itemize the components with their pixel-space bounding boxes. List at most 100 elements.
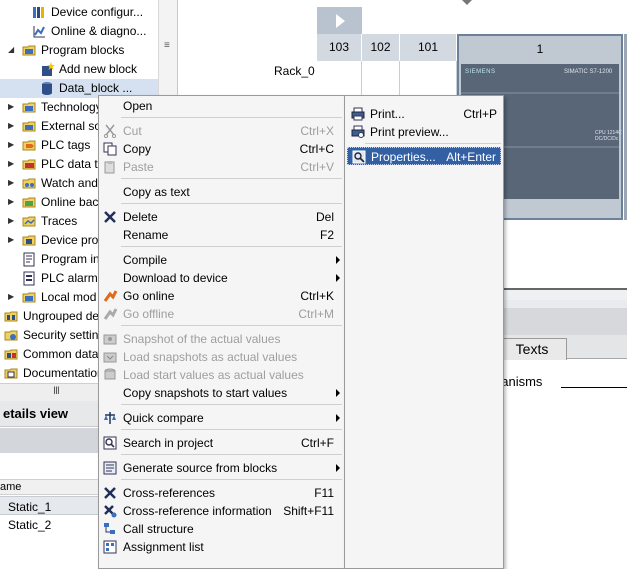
assignment-list-icon (103, 540, 118, 554)
snapshot-icon (103, 332, 118, 346)
menu-item-load-snapshots-as-actual-values[interactable]: Load snapshots as actual values (99, 348, 344, 366)
menu-item-download-to-device[interactable]: Download to device (99, 269, 344, 287)
search-icon (103, 436, 118, 450)
slot-header-101[interactable]: 101 (400, 34, 457, 61)
menu-item-label: Download to device (123, 271, 228, 285)
tab-texts[interactable]: Texts (497, 338, 567, 360)
menu-item-label: Quick compare (123, 411, 204, 425)
menu-separator (365, 143, 501, 144)
collapsed-arrow-icon[interactable]: ▶ (8, 197, 16, 207)
menu-item-label: Rename (123, 228, 169, 242)
menu-item-copy-as-text[interactable]: Copy as text (99, 183, 344, 201)
menu-item-copy[interactable]: Copy Ctrl+C (99, 140, 344, 158)
paste-icon (103, 160, 118, 174)
menu-item-snapshot-of-the-actual-values[interactable]: Snapshot of the actual values (99, 330, 344, 348)
submenu-item-label: Print preview... (370, 125, 449, 139)
collapsed-arrow-icon[interactable]: ▶ (8, 102, 16, 112)
menu-separator (121, 404, 342, 405)
quick-compare-icon (103, 411, 118, 425)
menu-item-label: Compile (123, 253, 168, 267)
properties-icon (352, 150, 367, 164)
submenu-item-print[interactable]: Print... Ctrl+P (347, 105, 501, 123)
plc-data-types-icon (22, 157, 37, 172)
generate-source-icon (103, 461, 118, 475)
menu-item-search-in-project[interactable]: Search in project Ctrl+F (99, 434, 344, 452)
tree-item-label: Add new block (59, 62, 138, 76)
menu-item-copy-snapshots-to-start-values[interactable]: Copy snapshots to start values (99, 384, 344, 402)
menu-item-call-structure[interactable]: Call structure (99, 520, 344, 538)
menu-item-shortcut: F2 (319, 228, 334, 242)
menu-item-label: Open (123, 99, 153, 113)
inspector-field-line (561, 387, 627, 388)
menu-item-generate-source-from-blocks[interactable]: Generate source from blocks (99, 459, 344, 477)
tree-item-label: Device configur... (51, 5, 144, 19)
tree-item[interactable]: Add new block (0, 60, 158, 79)
data-block-icon (40, 81, 55, 96)
go-offline-icon (103, 307, 118, 321)
scroll-grip-icon: Ⅲ (53, 386, 60, 397)
tree-item-label: PLC alarm (41, 271, 98, 285)
submenu-arrow-icon (336, 414, 340, 422)
details-row-label: Static_1 (8, 500, 52, 514)
menu-item-load-start-values-as-actual-values[interactable]: Load start values as actual values (99, 366, 344, 384)
menu-item-cross-references[interactable]: Cross-references F11 (99, 484, 344, 502)
collapsed-arrow-icon[interactable]: ▶ (8, 292, 16, 302)
menu-item-quick-compare[interactable]: Quick compare (99, 409, 344, 427)
collapsed-arrow-icon[interactable]: ▶ (8, 178, 16, 188)
folder-icon (22, 100, 37, 115)
submenu-item-label: Properties... (371, 150, 436, 164)
tree-item[interactable]: ◢ Program blocks (0, 41, 158, 60)
details-view-title: etails view (3, 406, 69, 421)
menu-item-partial[interactable] (99, 561, 344, 568)
tree-item-label: Device pro (41, 233, 99, 247)
menu-item-compile[interactable]: Compile (99, 251, 344, 269)
collapsed-arrow-icon[interactable]: ▶ (8, 121, 16, 131)
menu-separator (121, 454, 342, 455)
slot-header-103[interactable]: 103 (317, 34, 362, 61)
collapsed-arrow-icon[interactable]: ▶ (8, 216, 16, 226)
rack-scroll-button[interactable] (317, 7, 362, 34)
menu-item-go-offline[interactable]: Go offline Ctrl+M (99, 305, 344, 323)
collapse-marker-icon[interactable] (462, 0, 472, 5)
details-row-label: Static_2 (8, 518, 52, 532)
plc-tags-icon (22, 138, 37, 153)
menu-item-assignment-list[interactable]: Assignment list (99, 538, 344, 556)
menu-item-open[interactable]: Open (99, 97, 344, 115)
submenu-item-shortcut: Alt+Enter (446, 150, 496, 164)
device-proxy-icon (22, 233, 37, 248)
online-diagnostics-icon (32, 24, 47, 39)
collapsed-arrow-icon[interactable]: ▶ (8, 140, 16, 150)
submenu-item-shortcut: Ctrl+P (463, 107, 497, 121)
submenu-item-properties[interactable]: Properties... Alt+Enter (347, 147, 501, 165)
menu-item-rename[interactable]: Rename F2 (99, 226, 344, 244)
submenu-arrow-icon (336, 256, 340, 264)
collapsed-arrow-icon[interactable]: ▶ (8, 235, 16, 245)
expanded-arrow-icon[interactable]: ◢ (8, 45, 16, 55)
menu-item-shortcut: Shift+F11 (283, 504, 334, 518)
menu-item-paste[interactable]: Paste Ctrl+V (99, 158, 344, 176)
security-settings-icon (4, 328, 19, 343)
slot-header-102[interactable]: 102 (362, 34, 400, 61)
submenu-item-print-preview[interactable]: Print preview... (347, 123, 501, 141)
menu-item-label: Search in project (123, 436, 214, 450)
submenu-arrow-icon (336, 389, 340, 397)
ungrouped-devices-icon (4, 309, 19, 324)
menu-item-delete[interactable]: Delete Del (99, 208, 344, 226)
menu-item-go-online[interactable]: Go online Ctrl+K (99, 287, 344, 305)
menu-item-label: Cross-references (123, 486, 216, 500)
menu-item-shortcut: Ctrl+K (300, 289, 334, 303)
menu-item-label: Call structure (123, 522, 194, 536)
tree-item-label: PLC tags (41, 138, 91, 152)
scroll-grip-icon: ≡ (164, 40, 170, 51)
tree-item[interactable]: Online & diagno... (0, 22, 158, 41)
tree-item[interactable]: Device configur... (0, 3, 158, 22)
menu-item-shortcut: F11 (314, 486, 334, 500)
menu-item-label: Generate source from blocks (123, 461, 278, 475)
menu-item-cut[interactable]: Cut Ctrl+X (99, 122, 344, 140)
menu-separator (121, 325, 342, 326)
collapsed-arrow-icon[interactable]: ▶ (8, 159, 16, 169)
menu-separator (121, 117, 342, 118)
menu-item-cross-reference-information[interactable]: Cross-reference information Shift+F11 (99, 502, 344, 520)
menu-item-label: Delete (123, 210, 158, 224)
submenu-item-label: Print... (370, 107, 405, 121)
